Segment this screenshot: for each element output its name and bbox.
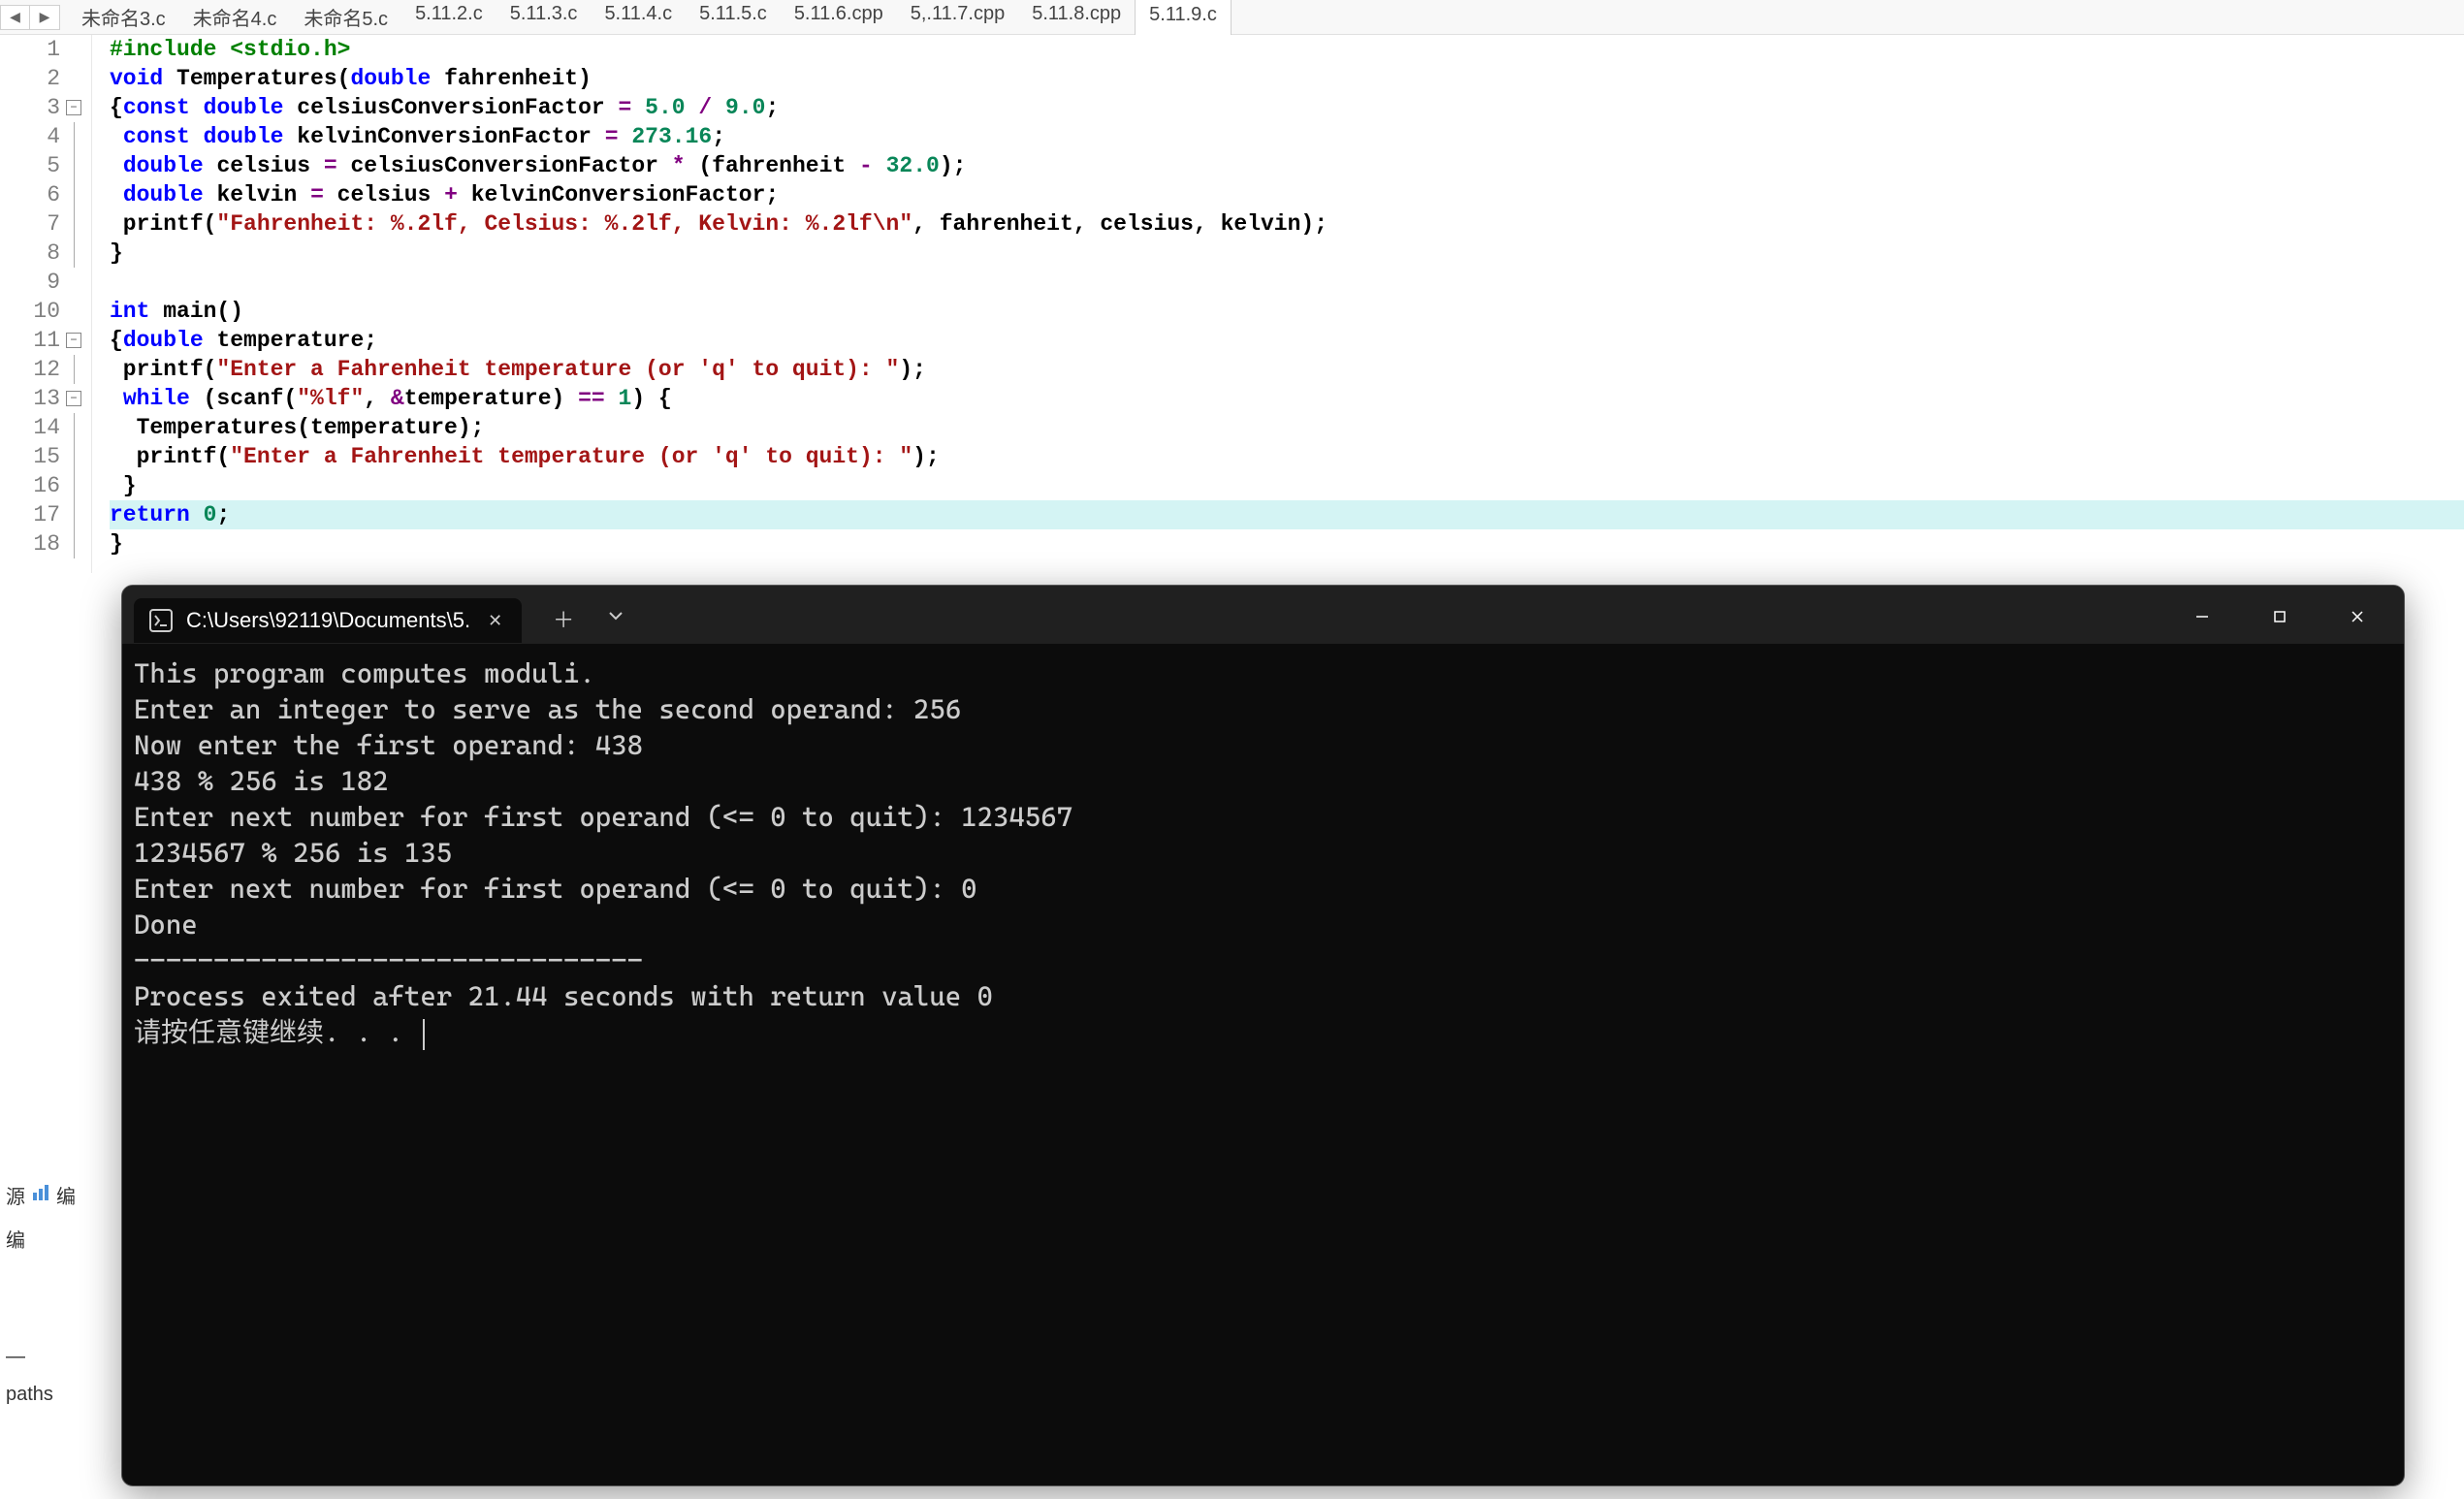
file-tab[interactable]: 5.11.2.c <box>401 0 496 35</box>
tab-nav-arrows: ◀ ▶ <box>0 5 60 30</box>
terminal-tab-title: C:\Users\92119\Documents\5. <box>186 608 470 633</box>
file-tab[interactable]: 5,.11.7.cpp <box>897 0 1018 35</box>
terminal-icon <box>149 609 173 632</box>
file-tab[interactable]: 5.11.6.cpp <box>781 0 897 35</box>
close-button[interactable] <box>2319 592 2396 641</box>
terminal-titlebar[interactable]: C:\Users\92119\Documents\5. ✕ ＋ <box>122 586 2404 644</box>
terminal-dropdown-button[interactable] <box>595 601 636 637</box>
terminal-window: C:\Users\92119\Documents\5. ✕ ＋ This pro… <box>121 585 2405 1486</box>
code-editor[interactable]: 123−4567891011−1213−1415161718 #include … <box>0 35 2464 573</box>
left-panel: 源 编 编 — paths <box>0 1173 87 1414</box>
panel-item-compile[interactable]: 编 <box>0 1217 87 1260</box>
fold-toggle[interactable]: − <box>66 391 81 406</box>
code-area[interactable]: #include <stdio.h>void Temperatures(doub… <box>92 35 2464 573</box>
file-tab[interactable]: 5.11.9.c <box>1135 0 1232 35</box>
tab-next-button[interactable]: ▶ <box>30 6 59 29</box>
terminal-tab-actions: ＋ <box>541 597 636 640</box>
minimize-button[interactable] <box>2163 592 2241 641</box>
tab-prev-button[interactable]: ◀ <box>1 6 30 29</box>
fold-toggle[interactable]: − <box>66 333 81 348</box>
terminal-tab-close[interactable]: ✕ <box>484 611 506 631</box>
panel-item-source[interactable]: 源 编 <box>0 1173 87 1217</box>
panel-item-paths[interactable]: paths <box>0 1376 87 1414</box>
file-tab[interactable]: 5.11.5.c <box>686 0 781 35</box>
file-tab[interactable]: 未命名4.c <box>179 0 291 35</box>
line-gutter: 123−4567891011−1213−1415161718 <box>0 35 92 573</box>
file-tab[interactable]: 5.11.8.cpp <box>1018 0 1135 35</box>
maximize-button[interactable] <box>2241 592 2319 641</box>
fold-toggle[interactable]: − <box>66 100 81 115</box>
file-tab[interactable]: 未命名3.c <box>68 0 179 35</box>
file-tab[interactable]: 5.11.4.c <box>591 0 686 35</box>
terminal-new-tab-button[interactable]: ＋ <box>541 597 586 640</box>
file-tab[interactable]: 未命名5.c <box>290 0 401 35</box>
window-controls <box>2163 592 2396 641</box>
chart-icon <box>31 1183 50 1208</box>
terminal-output[interactable]: This program computes moduli.Enter an in… <box>122 644 2404 1062</box>
tab-bar: ◀ ▶ 未命名3.c未命名4.c未命名5.c5.11.2.c5.11.3.c5.… <box>0 0 2464 35</box>
file-tab[interactable]: 5.11.3.c <box>496 0 592 35</box>
terminal-tab[interactable]: C:\Users\92119\Documents\5. ✕ <box>134 598 522 643</box>
